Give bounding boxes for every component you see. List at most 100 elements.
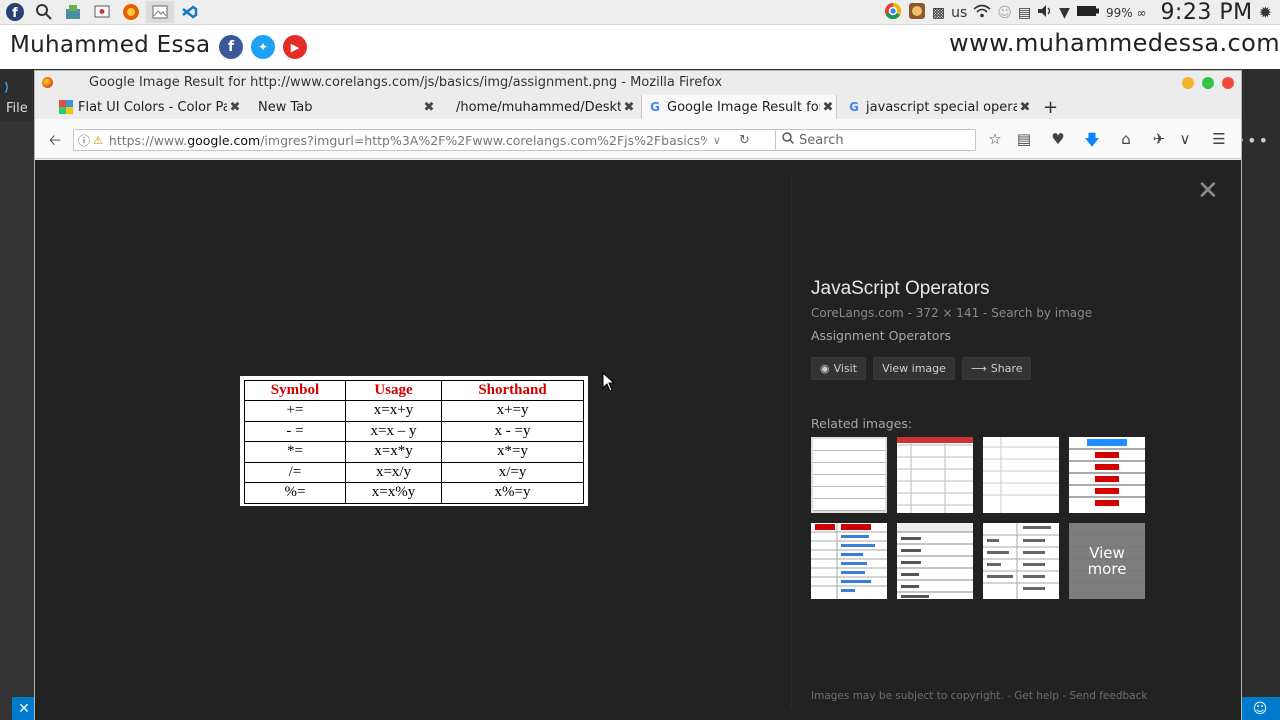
accessibility-icon[interactable]: ☺ xyxy=(997,5,1012,21)
image-preview[interactable]: Symbol Usage Shorthand += x=x+y x+=y - =… xyxy=(240,376,588,506)
tab-label: New Tab xyxy=(258,99,313,115)
table-row: *= x=x*y x*=y xyxy=(244,441,584,463)
close-viewer-icon[interactable]: ✕ xyxy=(1197,176,1219,206)
table-cell: x/=y xyxy=(441,461,584,483)
action-buttons: ◉ Visit View image ⟶ Share xyxy=(811,357,1211,380)
tab-local-folder[interactable]: /home/muhammed/Desktop ✖ xyxy=(445,95,637,119)
tab-new-tab[interactable]: New Tab ✖ xyxy=(247,95,437,119)
twitter-icon: ✦ xyxy=(251,35,275,59)
svg-text:f: f xyxy=(12,6,18,21)
chevron-down-icon[interactable]: ∨ xyxy=(1175,130,1195,148)
image-description: Assignment Operators xyxy=(811,328,952,343)
clock[interactable]: 9:23 PM xyxy=(1160,0,1252,25)
related-thumbnail[interactable] xyxy=(811,437,887,513)
share-button[interactable]: ⟶ Share xyxy=(961,357,1032,380)
pocket-icon[interactable]: ♥ xyxy=(1048,130,1068,148)
keyboard-layout[interactable]: us xyxy=(951,5,967,21)
table-cell: - = xyxy=(244,420,346,442)
related-thumbnail[interactable] xyxy=(897,437,973,513)
power-icon[interactable]: ✹ xyxy=(1259,3,1272,22)
tab-google-image-result[interactable]: G Google Image Result for http ✖ xyxy=(641,95,837,119)
related-images-grid: View more xyxy=(811,437,1151,607)
battery-icon[interactable] xyxy=(1076,5,1100,21)
screen-recorder-icon[interactable] xyxy=(88,1,116,23)
related-thumbnail[interactable] xyxy=(897,523,973,599)
close-tab-icon[interactable]: ✖ xyxy=(621,100,637,115)
wifi-icon[interactable] xyxy=(973,4,991,22)
clipboard-icon[interactable]: ▤ xyxy=(1018,5,1031,21)
tab-javascript-operators[interactable]: G javascript special operators ✖ xyxy=(841,95,1033,119)
image-viewer-icon[interactable] xyxy=(146,1,174,23)
related-thumbnail[interactable]: View more xyxy=(1069,523,1145,599)
url-bar[interactable]: ⓘ ⚠ https://www.google.com/imgres?imgurl… xyxy=(73,129,799,151)
search-bar[interactable]: Search xyxy=(775,129,976,151)
image-source[interactable]: CoreLangs.com xyxy=(811,306,904,320)
menu-file[interactable]: File xyxy=(6,101,28,116)
url-text[interactable]: https://www.google.com/imgres?imgurl=htt… xyxy=(109,133,707,148)
google-favicon: G xyxy=(849,100,859,114)
reload-icon[interactable]: ↻ xyxy=(739,133,750,148)
operators-table: Symbol Usage Shorthand += x=x+y x+=y - =… xyxy=(244,380,584,504)
hamburger-menu-icon[interactable]: ☰ xyxy=(1209,130,1229,148)
related-thumbnail[interactable] xyxy=(983,437,1059,513)
new-tab-button[interactable]: + xyxy=(1043,97,1058,118)
downloads-icon[interactable]: 🡇 xyxy=(1082,130,1102,155)
table-row: += x=x+y x+=y xyxy=(244,400,584,422)
table-cell: x=x+y xyxy=(344,400,443,422)
table-row: - = x=x – y x - =y xyxy=(244,420,584,442)
related-thumbnail[interactable] xyxy=(983,523,1059,599)
volume-icon[interactable] xyxy=(1037,4,1053,22)
view-image-label: View image xyxy=(882,362,946,375)
image-viewer: ✕ Symbol Usage Shorthand += x=x+y x+=y -… xyxy=(35,160,1241,720)
image-title[interactable]: JavaScript Operators xyxy=(811,278,1211,300)
close-tab-icon[interactable]: ✖ xyxy=(227,100,243,115)
close-tab-icon[interactable]: ✖ xyxy=(1017,100,1033,115)
maximize-button[interactable] xyxy=(1202,77,1214,89)
window-titlebar: Google Image Result for http://www.corel… xyxy=(35,71,1241,95)
url-dropdown-icon[interactable]: ∨ xyxy=(713,134,721,147)
search-icon[interactable] xyxy=(30,1,58,23)
fedora-menu-icon[interactable]: f xyxy=(1,1,29,23)
activity-bar xyxy=(0,121,36,720)
usb-icon[interactable]: ▩ xyxy=(932,5,945,21)
feedback-smiley-icon[interactable]: ☺ xyxy=(1240,697,1280,720)
table-cell: *= xyxy=(244,441,346,463)
view-image-button[interactable]: View image xyxy=(873,357,955,380)
close-window-button[interactable] xyxy=(1222,77,1234,89)
search-by-image-link[interactable]: Search by image xyxy=(991,306,1092,320)
vscode-launcher-icon[interactable] xyxy=(175,1,203,23)
table-cell: /= xyxy=(244,461,346,483)
close-tab-icon[interactable]: ✖ xyxy=(820,100,836,115)
bookmark-star-icon[interactable]: ☆ xyxy=(985,130,1005,148)
app-tray-icon[interactable] xyxy=(908,2,926,24)
table-cell: += xyxy=(244,400,346,422)
image-dimensions: 372 × 141 xyxy=(915,306,980,320)
back-icon[interactable]: 🡠 xyxy=(45,130,65,155)
visit-button[interactable]: ◉ Visit xyxy=(811,357,867,380)
tab-flat-ui-colors[interactable]: Flat UI Colors - Color Palette ✖ xyxy=(53,95,243,119)
table-cell: x+=y xyxy=(441,400,584,422)
presenter-banner: Muhammed Essa f ✦ ▶ www.muhammedessa.com xyxy=(0,25,1280,69)
tab-strip: Flat UI Colors - Color Palette ✖ New Tab… xyxy=(35,95,1241,119)
reading-list-icon[interactable]: ▤ xyxy=(1014,130,1034,148)
image-info-panel: JavaScript Operators CoreLangs.com - 372… xyxy=(811,278,1211,607)
site-info-icon[interactable]: ⓘ xyxy=(78,132,90,149)
insecure-lock-icon[interactable]: ⚠ xyxy=(93,134,103,147)
chrome-tray-icon[interactable] xyxy=(884,2,902,24)
extension-icon[interactable]: ✈ xyxy=(1149,130,1169,148)
related-thumbnail[interactable] xyxy=(1069,437,1145,513)
status-close-icon[interactable]: ✕ xyxy=(12,697,36,720)
view-more-button[interactable]: View more xyxy=(1069,523,1145,599)
firefox-launcher-icon[interactable] xyxy=(117,1,145,23)
tray-dropdown-icon[interactable]: ▼ xyxy=(1059,5,1070,21)
software-store-icon[interactable] xyxy=(59,1,87,23)
send-feedback-link[interactable]: Send feedback xyxy=(1069,690,1147,702)
get-help-link[interactable]: Get help xyxy=(1014,690,1059,702)
minimize-button[interactable] xyxy=(1182,77,1194,89)
flat-ui-favicon xyxy=(59,100,73,114)
close-tab-icon[interactable]: ✖ xyxy=(421,100,437,115)
home-icon[interactable]: ⌂ xyxy=(1116,130,1136,148)
related-thumbnail[interactable] xyxy=(811,523,887,599)
table-cell: x=x – y xyxy=(344,420,443,442)
tab-label: Google Image Result for http xyxy=(667,99,820,115)
